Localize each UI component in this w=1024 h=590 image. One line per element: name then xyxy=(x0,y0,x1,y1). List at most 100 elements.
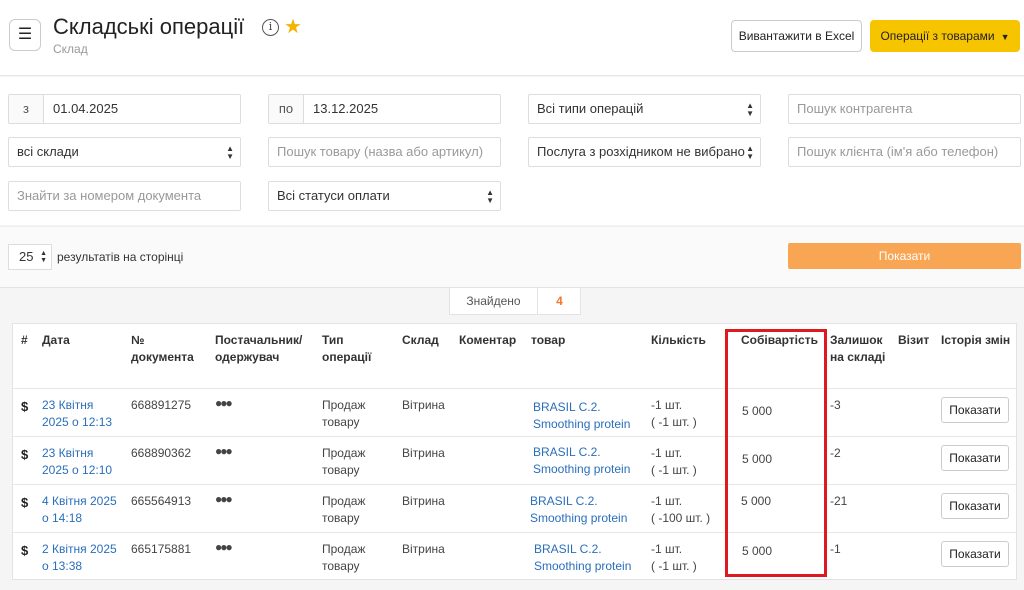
date-to-field[interactable]: по 13.12.2025 xyxy=(268,94,501,124)
select-arrows-icon: ▲ ▼ xyxy=(486,188,494,205)
page-title: Складські операції xyxy=(53,14,245,39)
service-select[interactable]: Послуга з розхідником не вибрано ▲ ▼ xyxy=(528,137,761,167)
col-header-op-type: Тип операції xyxy=(322,333,372,364)
operation-date-link[interactable]: 2 Квітня 2025 о 13:38 xyxy=(42,541,122,575)
warehouse-name: Вітрина xyxy=(402,542,445,556)
found-label: Знайдено xyxy=(450,288,538,314)
per-page-select[interactable]: 25 ▲ ▼ xyxy=(8,244,52,270)
contractor-search-input[interactable]: Пошук контрагента xyxy=(788,94,1021,124)
warehouse-value: всі склади xyxy=(17,144,79,159)
quantity: -1 шт. xyxy=(651,398,683,412)
people-icon[interactable]: ●●● xyxy=(215,443,233,460)
document-number: 668890362 xyxy=(131,446,192,460)
history-show-button[interactable]: Показати xyxy=(941,493,1009,519)
document-number: 665175881 xyxy=(131,542,192,556)
warehouse-select[interactable]: всі склади ▲ ▼ xyxy=(8,137,241,167)
warehouse-name: Вітрина xyxy=(402,494,445,508)
stock-value: -2 xyxy=(830,446,841,460)
col-header-party: Постачальник/ одержувач xyxy=(215,333,303,364)
date-to-value: 13.12.2025 xyxy=(313,101,379,116)
payment-status-select[interactable]: Всі статуси оплати ▲ ▼ xyxy=(268,181,501,211)
operation-type-select[interactable]: Всі типи операцій ▲ ▼ xyxy=(528,94,761,124)
warehouse-name: Вітрина xyxy=(402,398,445,412)
product-link[interactable]: BRASIL C.2. Smoothing protein xyxy=(534,541,644,575)
operation-date-link[interactable]: 23 Квітня 2025 о 12:13 xyxy=(42,397,122,431)
table-row: $ 4 Квітня 2025 о 14:18 665564913 ●●● Пр… xyxy=(13,484,1016,532)
contractor-search-placeholder: Пошук контрагента xyxy=(797,101,913,116)
product-link[interactable]: BRASIL C.2. Smoothing protein xyxy=(533,399,643,433)
history-show-button[interactable]: Показати xyxy=(941,541,1009,567)
product-search-input[interactable]: Пошук товару (назва або артикул) xyxy=(268,137,501,167)
col-header-stock: Залишок на складі xyxy=(830,333,886,364)
client-search-input[interactable]: Пошук клієнта (ім'я або телефон) xyxy=(788,137,1021,167)
col-header-visit: Візит xyxy=(898,333,930,347)
warehouse-name: Вітрина xyxy=(402,446,445,460)
export-excel-button[interactable]: Вивантажити в Excel xyxy=(731,20,862,52)
stock-value: -21 xyxy=(830,494,848,508)
operation-date-link[interactable]: 23 Квітня 2025 о 12:10 xyxy=(42,445,122,479)
date-from-field[interactable]: з 01.04.2025 xyxy=(8,94,241,124)
col-header-hash: # xyxy=(21,333,28,347)
quantity: -1 шт. xyxy=(651,446,683,460)
results-per-page-bar: 25 ▲ ▼ результатів на сторінці Показати xyxy=(0,226,1024,288)
operation-type: Продаж товару xyxy=(322,542,366,573)
operation-date-link[interactable]: 4 Квітня 2025 о 14:18 xyxy=(42,493,122,527)
document-number: 668891275 xyxy=(131,398,192,412)
col-header-comment: Коментар xyxy=(459,333,517,347)
product-link[interactable]: BRASIL C.2. Smoothing protein xyxy=(530,493,640,527)
history-show-button[interactable]: Показати xyxy=(941,445,1009,471)
hamburger-icon[interactable]: ☰ xyxy=(9,19,41,51)
people-icon[interactable]: ●●● xyxy=(215,539,233,556)
operation-type: Продаж товару xyxy=(322,398,366,429)
dollar-icon: $ xyxy=(21,447,29,462)
select-arrows-icon: ▲ ▼ xyxy=(746,144,754,161)
found-count: 4 xyxy=(556,294,563,308)
quantity-total: ( -100 шт. ) xyxy=(651,511,711,525)
document-number: 665564913 xyxy=(131,494,192,508)
dollar-icon: $ xyxy=(21,399,29,414)
col-header-doc: № документа xyxy=(131,333,194,364)
table-row: $ 23 Квітня 2025 о 12:13 668891275 ●●● П… xyxy=(13,388,1016,436)
show-button[interactable]: Показати xyxy=(788,243,1021,269)
table-row: $ 23 Квітня 2025 о 12:10 668890362 ●●● П… xyxy=(13,436,1016,484)
col-header-history: Історія змін xyxy=(941,333,1011,347)
document-search-input[interactable]: Знайти за номером документа xyxy=(8,181,241,211)
people-icon[interactable]: ●●● xyxy=(215,395,233,412)
page-header: ☰ Складські операції Склад i ★ Вивантажи… xyxy=(0,0,1024,76)
select-arrows-icon: ▲ ▼ xyxy=(40,250,47,264)
operation-type: Продаж товару xyxy=(322,446,366,477)
quantity: -1 шт. xyxy=(651,542,683,556)
chevron-down-icon: ▼ xyxy=(1000,32,1010,42)
product-link[interactable]: BRASIL C.2. Smoothing protein xyxy=(533,444,643,478)
quantity-total: ( -1 шт. ) xyxy=(651,463,697,477)
stock-value: -3 xyxy=(830,398,841,412)
page-subtitle: Склад xyxy=(53,42,88,56)
history-show-button[interactable]: Показати xyxy=(941,397,1009,423)
dollar-icon: $ xyxy=(21,495,29,510)
dollar-icon: $ xyxy=(21,543,29,558)
operation-type: Продаж товару xyxy=(322,494,366,525)
per-page-value: 25 xyxy=(19,249,34,264)
client-search-placeholder: Пошук клієнта (ім'я або телефон) xyxy=(797,144,999,159)
filters-panel: з 01.04.2025 по 13.12.2025 Всі типи опер… xyxy=(0,77,1024,225)
info-icon[interactable]: i xyxy=(262,19,279,36)
payment-status-value: Всі статуси оплати xyxy=(277,188,390,203)
product-search-placeholder: Пошук товару (назва або артикул) xyxy=(277,144,484,159)
date-from-prefix: з xyxy=(9,95,44,123)
operation-type-value: Всі типи операцій xyxy=(537,101,644,116)
quantity-total: ( -1 шт. ) xyxy=(651,415,697,429)
col-header-warehouse: Склад xyxy=(402,333,439,347)
star-icon[interactable]: ★ xyxy=(284,14,302,39)
stock-value: -1 xyxy=(830,542,841,556)
select-arrows-icon: ▲ ▼ xyxy=(226,144,234,161)
date-from-value: 01.04.2025 xyxy=(53,101,119,116)
col-header-date: Дата xyxy=(42,333,70,347)
date-to-prefix: по xyxy=(269,95,304,123)
quantity: -1 шт. xyxy=(651,494,683,508)
service-value: Послуга з розхідником не вибрано xyxy=(537,144,745,159)
select-arrows-icon: ▲ ▼ xyxy=(746,101,754,118)
col-header-product: товар xyxy=(531,333,566,347)
people-icon[interactable]: ●●● xyxy=(215,491,233,508)
product-operations-button[interactable]: Операції з товарами ▼ xyxy=(870,20,1020,52)
operations-table: # Дата № документа Постачальник/ одержув… xyxy=(12,323,1017,580)
